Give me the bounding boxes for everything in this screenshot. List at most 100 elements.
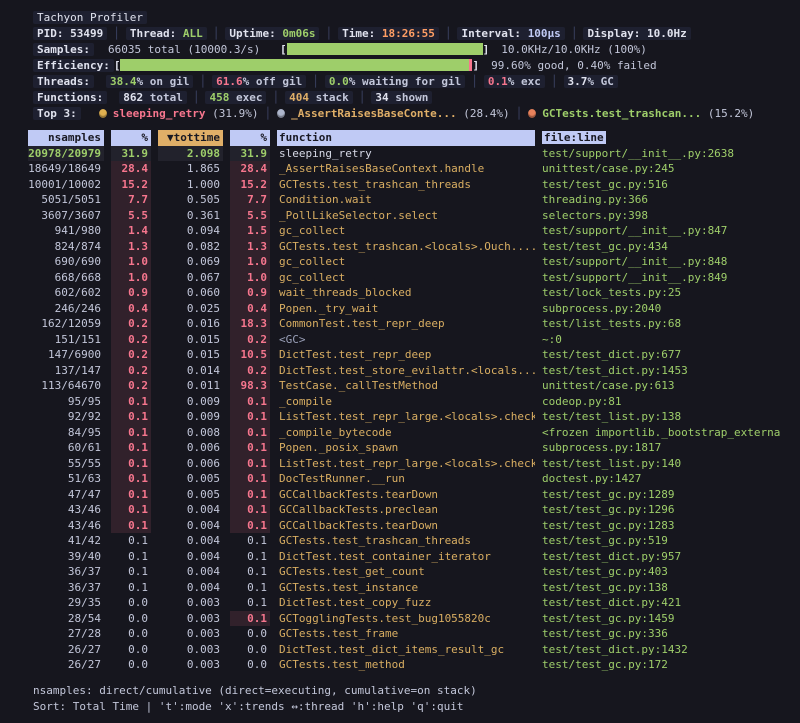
cell-tottime: 0.361 [158,208,223,224]
table-row[interactable]: 246/2460.40.0250.4Popen._try_waitsubproc… [28,301,780,317]
separator: │ [516,107,523,120]
column-header-nsamples[interactable]: nsamples [28,130,104,146]
table-row[interactable]: 43/460.10.0040.1GCCallbackTests.tearDown… [28,518,780,534]
status-display-value: 10.0Hz [647,27,687,40]
cell-file-line: test/lock_tests.py:25 [542,285,780,301]
table-row[interactable]: 36/370.10.0040.1GCTests.test_instancetes… [28,580,780,596]
status-display-label: Display: [587,27,647,40]
table-row[interactable]: 55/550.10.0060.1ListTest.test_repr_large… [28,456,780,472]
table-row[interactable]: 95/950.10.0090.1_compilecodeop.py:81 [28,394,780,410]
table-row[interactable]: 51/630.10.0050.1DocTestRunner.__rundocte… [28,471,780,487]
column-header-tottime[interactable]: ▼tottime [158,130,223,146]
cell-nsamples: 3607/3607 [28,208,104,224]
cell-function: TestCase._callTestMethod [277,378,535,394]
table-row[interactable]: 36/370.10.0040.1GCTests.test_get_countte… [28,564,780,580]
table-row[interactable]: 151/1510.20.0150.2<GC>~:0 [28,332,780,348]
column-header-direct-pct[interactable]: % [111,130,151,146]
table-row[interactable]: 10001/1000215.21.00015.2GCTests.test_tra… [28,177,780,193]
cell-direct-pct: 1.0 [111,270,151,286]
profiler-screen: Tachyon Profiler PID: 53499│Thread: ALL│… [0,0,800,715]
cell-nsamples: 28/54 [28,611,104,627]
cell-direct-pct: 0.1 [111,425,151,441]
cell-direct-pct: 0.2 [111,316,151,332]
table-row[interactable]: 60/610.10.0060.1Popen._posix_spawnsubpro… [28,440,780,456]
cell-direct-pct: 0.1 [111,409,151,425]
status-uptime: Uptime: 0m06s [225,27,319,40]
threads-segment-4: 0.1% exc [484,75,545,88]
cell-tottime: 0.011 [158,378,223,394]
cell-function: _AssertRaisesBaseContext.handle [277,161,535,177]
table-row[interactable]: 113/646700.20.01198.3TestCase._callTestM… [28,378,780,394]
cell-nsamples: 668/668 [28,270,104,286]
table-row[interactable]: 47/470.10.0050.1GCCallbackTests.tearDown… [28,487,780,503]
top3-pct-1: (31.9%) [205,107,258,120]
cell-nsamples: 147/6900 [28,347,104,363]
column-header-function[interactable]: function [277,130,535,146]
table-row[interactable]: 92/920.10.0090.1ListTest.test_repr_large… [28,409,780,425]
efficiency-summary: 99.60% good, 0.40% failed [491,59,657,72]
table-body: 20978/2097931.92.09831.9sleeping_retryte… [28,146,780,673]
table-row[interactable]: 668/6681.00.0671.0gc_collecttest/support… [28,270,780,286]
table-row[interactable]: 3607/36075.50.3615.5_PollLikeSelector.se… [28,208,780,224]
table-row[interactable]: 84/950.10.0080.1_compile_bytecode<frozen… [28,425,780,441]
threads-text-5: % GC [587,75,614,88]
column-header-cumulative-pct[interactable]: % [230,130,270,146]
cell-direct-pct: 7.7 [111,192,151,208]
cell-cumulative-pct: 0.0 [230,642,270,658]
cell-file-line: test/support/__init__.py:849 [542,270,780,286]
table-row[interactable]: 602/6020.90.0600.9wait_threads_blockedte… [28,285,780,301]
table-row[interactable]: 18649/1864928.41.86528.4_AssertRaisesBas… [28,161,780,177]
status-uptime-label: Uptime: [229,27,282,40]
cell-direct-pct: 15.2 [111,177,151,193]
table-row[interactable]: 41/420.10.0040.1GCTests.test_trashcan_th… [28,533,780,549]
cell-nsamples: 47/47 [28,487,104,503]
cell-function: GCTests.test_trashcan.<locals>.Ouch.... [277,239,535,255]
functions-segment-3: 404 stack [285,91,353,104]
table-row[interactable]: 147/69000.20.01510.5DictTest.test_repr_d… [28,347,780,363]
table-row[interactable]: 26/270.00.0030.0DictTest.test_dict_items… [28,642,780,658]
cell-cumulative-pct: 0.1 [230,425,270,441]
threads-segment-2: 61.6% off gil [212,75,306,88]
cell-file-line: test/test_list.py:140 [542,456,780,472]
top3-item-2: _AssertRaisesBaseConte... (28.4%) [277,107,510,120]
cell-tottime: 0.016 [158,316,223,332]
cell-tottime: 0.004 [158,564,223,580]
table-row[interactable]: 29/350.00.0030.1DictTest.test_copy_fuzzt… [28,595,780,611]
separator: │ [359,91,366,104]
cell-file-line: unittest/case.py:613 [542,378,780,394]
table-row[interactable]: 690/6901.00.0691.0gc_collecttest/support… [28,254,780,270]
table-row[interactable]: 39/400.10.0040.1DictTest.test_container_… [28,549,780,565]
separator: │ [571,27,578,40]
table-row[interactable]: 26/270.00.0030.0GCTests.test_methodtest/… [28,657,780,673]
table-row[interactable]: 20978/2097931.92.09831.9sleeping_retryte… [28,146,780,162]
cell-cumulative-pct: 18.3 [230,316,270,332]
status-display: Display: 10.0Hz [583,27,690,40]
table-row[interactable]: 28/540.00.0030.1GCTogglingTests.test_bug… [28,611,780,627]
threads-text-1: % on gil [136,75,189,88]
cell-cumulative-pct: 0.0 [230,626,270,642]
cell-direct-pct: 0.9 [111,285,151,301]
functions-text-2: exec [229,91,262,104]
top3-items: sleeping_retry (31.9%)│_AssertRaisesBase… [99,107,754,120]
table-row[interactable]: 27/280.00.0030.0GCTests.test_frametest/t… [28,626,780,642]
column-header-file-line[interactable]: file:line [542,130,780,146]
table-row[interactable]: 43/460.10.0040.1GCCallbackTests.preclean… [28,502,780,518]
table-row[interactable]: 5051/50517.70.5057.7Condition.waitthread… [28,192,780,208]
table-row[interactable]: 824/8741.30.0821.3GCTests.test_trashcan.… [28,239,780,255]
cell-tottime: 0.004 [158,549,223,565]
status-interval: Interval: 100μs [457,27,564,40]
cell-tottime: 0.015 [158,347,223,363]
table-row[interactable]: 162/120590.20.01618.3CommonTest.test_rep… [28,316,780,332]
cell-direct-pct: 31.9 [111,146,151,162]
cell-function: wait_threads_blocked [277,285,535,301]
threads-text-4: % exc [508,75,541,88]
functions-text-1: total [143,91,183,104]
cell-function: gc_collect [277,254,535,270]
threads-segments: 38.4% on gil│61.6% off gil│0.0% waiting … [106,75,618,88]
cell-tottime: 0.008 [158,425,223,441]
cell-tottime: 0.004 [158,580,223,596]
table-row[interactable]: 137/1470.20.0140.2DictTest.test_store_ev… [28,363,780,379]
cell-cumulative-pct: 1.0 [230,254,270,270]
cell-file-line: <frozen importlib._bootstrap_external [542,425,780,441]
table-row[interactable]: 941/9801.40.0941.5gc_collecttest/support… [28,223,780,239]
